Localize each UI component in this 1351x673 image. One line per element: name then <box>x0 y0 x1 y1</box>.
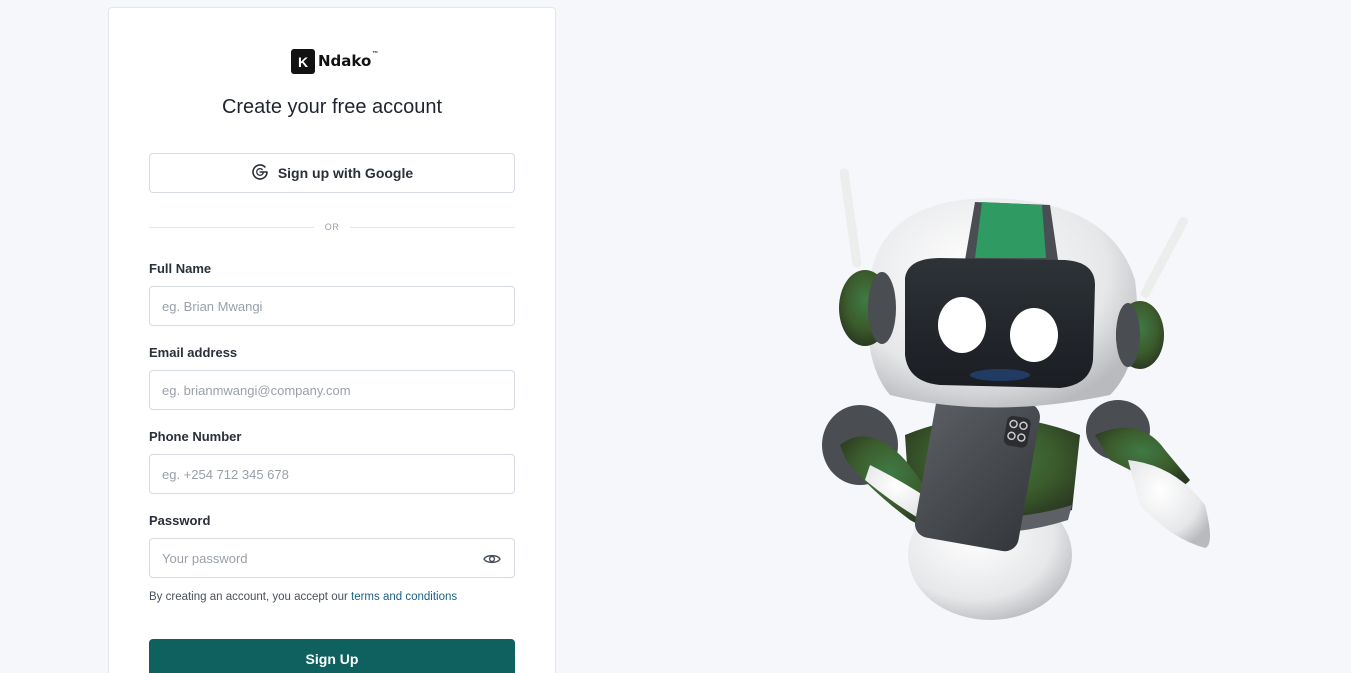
divider-line-right <box>350 226 515 228</box>
brand-logo: K Ndako ™ <box>291 49 378 74</box>
page-title: Create your free account <box>221 96 443 118</box>
phone-label: Phone Number <box>149 429 242 444</box>
terms-text: By creating an account, you accept our t… <box>149 591 457 603</box>
logo-trademark: ™ <box>372 51 379 57</box>
full-name-input[interactable] <box>149 286 515 326</box>
eye-icon[interactable] <box>482 549 502 569</box>
google-g-icon <box>251 163 269 184</box>
password-label: Password <box>149 513 211 528</box>
email-label: Email address <box>149 345 238 360</box>
phone-input[interactable] <box>149 454 515 494</box>
terms-link[interactable]: terms and conditions <box>351 591 457 603</box>
signup-button[interactable]: Sign Up <box>149 639 515 673</box>
logo-mark: K <box>291 49 315 74</box>
terms-prefix: By creating an account, you accept our <box>149 591 352 603</box>
signup-card: K Ndako ™ Create your free account Sign … <box>108 7 556 673</box>
logo-text: Ndako <box>318 52 372 70</box>
password-input[interactable] <box>149 538 515 578</box>
divider-or-text: OR <box>324 222 340 232</box>
google-signup-button[interactable]: Sign up with Google <box>149 153 515 193</box>
divider-line-left <box>149 226 314 228</box>
robot-mascot-illustration <box>810 160 1230 630</box>
or-divider: OR <box>149 219 515 235</box>
full-name-label: Full Name <box>149 261 212 276</box>
email-input[interactable] <box>149 370 515 410</box>
google-signup-label: Sign up with Google <box>277 165 414 181</box>
